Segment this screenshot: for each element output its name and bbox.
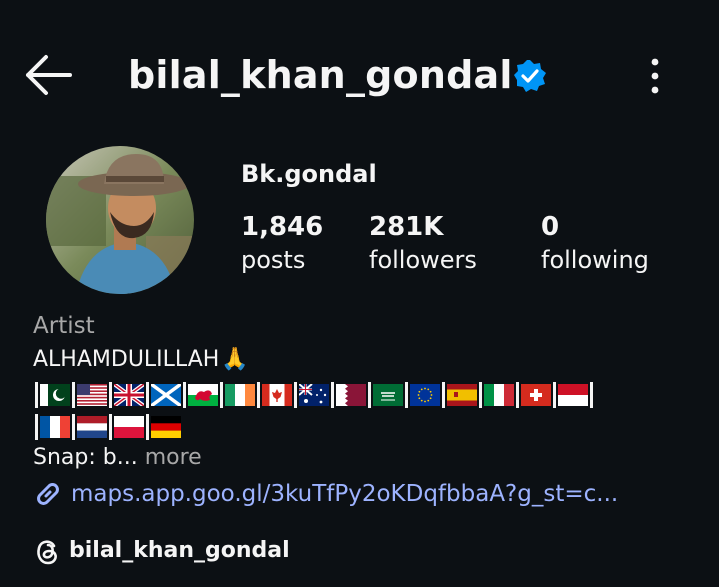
- back-button[interactable]: [22, 52, 74, 98]
- threads-icon: [37, 540, 57, 565]
- flag-separator: [590, 382, 593, 408]
- flag-de-icon: [151, 416, 181, 438]
- flag-pk-icon: [40, 384, 70, 406]
- snap-text: Snap: b...: [33, 445, 138, 470]
- posts-label: posts: [241, 246, 306, 274]
- flag-separator: [294, 382, 297, 408]
- posts-count: 1,846: [241, 212, 324, 242]
- kebab-menu-icon: [651, 58, 659, 94]
- profile-username: bilal_khan_gondal: [128, 53, 513, 97]
- flag-au-icon: [299, 384, 329, 406]
- posts-stat[interactable]: 1,846 posts: [241, 210, 323, 276]
- flag-separator: [146, 414, 149, 440]
- flag-separator: [109, 382, 112, 408]
- flag-separator: [220, 382, 223, 408]
- flag-separator: [553, 382, 556, 408]
- flag-separator: [72, 382, 75, 408]
- flag-separator: [442, 382, 445, 408]
- following-count: 0: [541, 212, 560, 242]
- flag-us-icon: [77, 384, 107, 406]
- flags-row-1: [33, 379, 595, 411]
- flag-sct-icon: [151, 384, 181, 406]
- flag-separator: [183, 382, 186, 408]
- followers-label: followers: [369, 246, 477, 274]
- threads-badge[interactable]: bilal_khan_gondal: [33, 535, 290, 567]
- flag-separator: [479, 382, 482, 408]
- flag-separator: [331, 382, 334, 408]
- flag-separator: [35, 382, 38, 408]
- bio-text: ALHAMDULILLAH: [33, 347, 220, 372]
- flag-wls-icon: [188, 384, 218, 406]
- flag-separator: [146, 382, 149, 408]
- followers-count: 281K: [369, 212, 444, 242]
- flag-separator: [257, 382, 260, 408]
- options-menu-button[interactable]: [640, 56, 670, 96]
- flag-ca-icon: [262, 384, 292, 406]
- flag-sa-icon: [373, 384, 403, 406]
- bio-line-1: ALHAMDULILLAH 🙏: [33, 345, 249, 375]
- profile-avatar[interactable]: [46, 146, 194, 294]
- flag-nl-icon: [77, 416, 107, 438]
- flag-separator: [109, 414, 112, 440]
- flag-separator: [72, 414, 75, 440]
- link-text: maps.app.goo.gl/3kuTfPy2oKDqfbbaA?g_st=c…: [71, 481, 619, 507]
- flag-eu-icon: [410, 384, 440, 406]
- praying-hands-icon: 🙏: [221, 347, 249, 372]
- more-button[interactable]: more: [145, 445, 202, 470]
- flag-separator: [516, 382, 519, 408]
- flag-es-icon: [447, 384, 477, 406]
- following-label: following: [541, 246, 649, 274]
- profile-category: Artist: [33, 313, 95, 339]
- profile-display-name: Bk.gondal: [241, 160, 377, 188]
- arrow-left-icon: [26, 55, 72, 95]
- flag-separator: [368, 382, 371, 408]
- flag-qa-icon: [336, 384, 366, 406]
- flags-row-2: [33, 411, 181, 443]
- flag-gb-icon: [114, 384, 144, 406]
- following-stat[interactable]: 0 following: [541, 210, 649, 276]
- flag-pl-icon: [114, 416, 144, 438]
- link-icon: [37, 483, 59, 505]
- verified-badge-icon: [513, 59, 547, 93]
- flag-it-icon: [484, 384, 514, 406]
- followers-stat[interactable]: 281K followers: [369, 210, 477, 276]
- flag-separator: [405, 382, 408, 408]
- flag-ch-icon: [521, 384, 551, 406]
- flag-id-icon: [558, 384, 588, 406]
- flag-ie-icon: [225, 384, 255, 406]
- threads-handle: bilal_khan_gondal: [69, 538, 290, 563]
- flag-fr-icon: [40, 416, 70, 438]
- bio-snap-line: Snap: b... more: [33, 443, 202, 473]
- flag-separator: [35, 414, 38, 440]
- bio-link[interactable]: maps.app.goo.gl/3kuTfPy2oKDqfbbaA?g_st=c…: [33, 478, 618, 510]
